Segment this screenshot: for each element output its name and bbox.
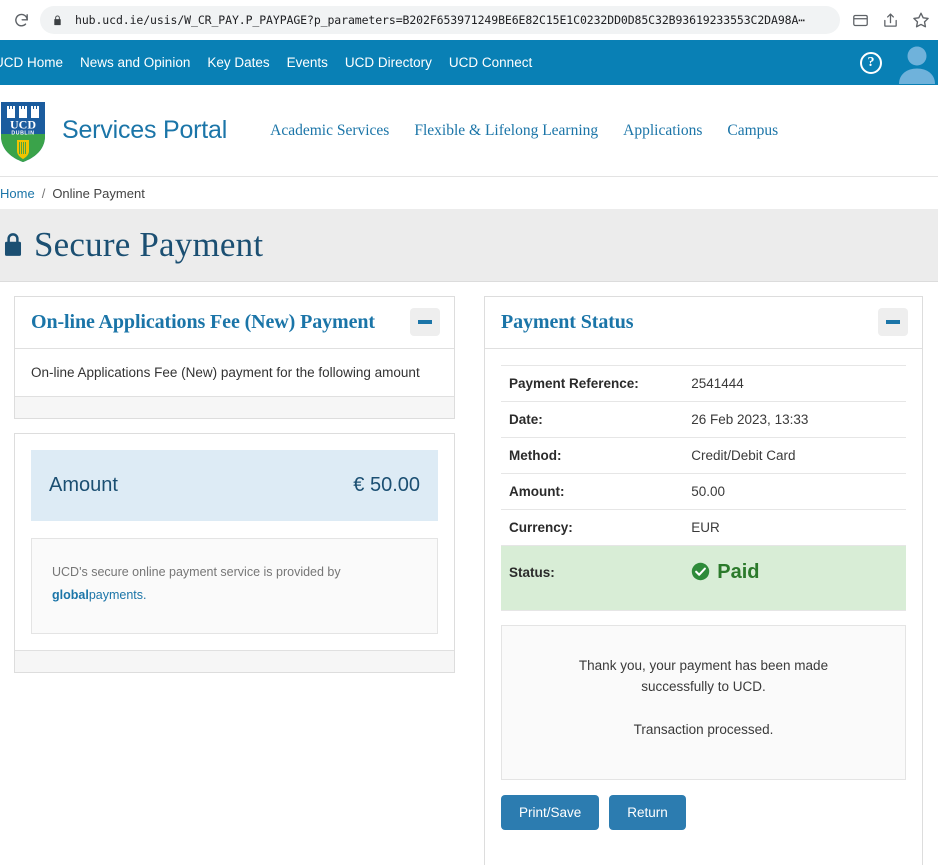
- print-save-button[interactable]: Print/Save: [501, 794, 600, 830]
- row-label: Method:: [509, 448, 562, 463]
- status-action-buttons: Print/Save Return: [501, 780, 906, 856]
- global-payments-logo-text: globalpayments.: [52, 588, 146, 602]
- svg-text:UCD: UCD: [10, 117, 36, 131]
- bookmark-star-icon[interactable]: [912, 11, 930, 29]
- left-column: On-line Applications Fee (New) Payment O…: [14, 296, 455, 674]
- site-header: UCD DUBLIN Services Portal Academic Serv…: [0, 85, 938, 177]
- payment-status-title: Payment Status: [501, 310, 634, 333]
- main-content: On-line Applications Fee (New) Payment O…: [0, 282, 938, 865]
- row-label: Payment Reference:: [509, 376, 639, 391]
- browser-action-icons: [852, 11, 930, 29]
- amount-value: € 50.00: [353, 474, 420, 496]
- status-text: Paid: [717, 561, 760, 583]
- payment-status-table: Payment Reference: 2541444 Date: 26 Feb …: [501, 365, 906, 611]
- payment-details-body: On-line Applications Fee (New) payment f…: [15, 349, 454, 396]
- amount-card-footer: [15, 650, 454, 673]
- utility-link-ucd-directory[interactable]: UCD Directory: [345, 55, 432, 70]
- status-row: Status: Paid: [501, 545, 906, 611]
- row-label: Currency:: [509, 520, 573, 535]
- portal-title: Services Portal: [62, 116, 228, 144]
- page-title-band: Secure Payment: [0, 209, 938, 282]
- table-row: Payment Reference: 2541444: [501, 365, 906, 402]
- utility-link-key-dates[interactable]: Key Dates: [207, 55, 269, 70]
- table-row: Method: Credit/Debit Card: [501, 438, 906, 474]
- row-label: Date:: [509, 412, 543, 427]
- browser-toolbar: hub.ucd.ie/usis/W_CR_PAY.P_PAYPAGE?p_par…: [0, 0, 938, 40]
- utility-nav-links: UCD Home News and Opinion Key Dates Even…: [0, 55, 532, 70]
- row-value: Credit/Debit Card: [691, 448, 796, 463]
- payment-status-panel: Payment Status Payment Reference: 254144…: [484, 296, 923, 865]
- table-row: Date: 26 Feb 2023, 13:33: [501, 402, 906, 438]
- row-value: EUR: [691, 520, 720, 535]
- breadcrumb-home[interactable]: Home: [0, 186, 35, 201]
- collapse-payment-status-button[interactable]: [878, 308, 908, 336]
- utility-bar-right: ?: [860, 40, 938, 85]
- row-value: 2541444: [691, 376, 744, 391]
- share-icon[interactable]: [882, 12, 899, 29]
- reload-icon[interactable]: [8, 7, 34, 33]
- url-text: hub.ucd.ie/usis/W_CR_PAY.P_PAYPAGE?p_par…: [75, 13, 806, 27]
- payment-status-header: Payment Status: [485, 297, 922, 349]
- status-badge: Paid: [683, 546, 906, 611]
- address-bar[interactable]: hub.ucd.ie/usis/W_CR_PAY.P_PAYPAGE?p_par…: [40, 6, 840, 34]
- nav-applications[interactable]: Applications: [623, 122, 702, 140]
- ucd-dublin-shield-logo[interactable]: UCD DUBLIN: [0, 101, 46, 163]
- utility-link-events[interactable]: Events: [287, 55, 328, 70]
- nav-academic-services[interactable]: Academic Services: [270, 122, 389, 140]
- check-circle-icon: [691, 562, 710, 584]
- row-label: Amount:: [509, 484, 565, 499]
- right-column: Payment Status Payment Reference: 254144…: [484, 296, 923, 865]
- page-title: Secure Payment: [34, 225, 264, 264]
- provider-brand-rest: payments.: [88, 588, 147, 603]
- thank-you-line-1: Thank you, your payment has been made su…: [578, 658, 829, 694]
- lock-icon: [52, 14, 66, 27]
- help-circle-icon[interactable]: ?: [860, 51, 882, 74]
- amount-card: Amount € 50.00 UCD's secure online payme…: [14, 433, 455, 674]
- payment-details-panel: On-line Applications Fee (New) Payment O…: [14, 296, 455, 419]
- table-row: Currency: EUR: [501, 510, 906, 546]
- amount-label: Amount: [49, 474, 118, 496]
- nav-flexible-lifelong-learning[interactable]: Flexible & Lifelong Learning: [414, 122, 598, 140]
- minus-icon: [418, 320, 432, 324]
- payment-provider-note: UCD's secure online payment service is p…: [31, 538, 438, 635]
- amount-card-inner: Amount € 50.00 UCD's secure online payme…: [15, 434, 454, 650]
- utility-link-news[interactable]: News and Opinion: [80, 55, 190, 70]
- payment-card-icon[interactable]: [852, 12, 869, 29]
- return-button[interactable]: Return: [609, 794, 686, 830]
- utility-link-ucd-connect[interactable]: UCD Connect: [449, 55, 532, 70]
- row-value: 26 Feb 2023, 13:33: [691, 412, 809, 427]
- payment-details-header: On-line Applications Fee (New) Payment: [15, 297, 454, 349]
- status-label: Status:: [509, 565, 555, 580]
- table-row: Amount: 50.00: [501, 474, 906, 510]
- thank-you-message: Thank you, your payment has been made su…: [501, 625, 906, 780]
- minus-icon: [886, 320, 900, 324]
- row-value: 50.00: [691, 484, 726, 499]
- lock-icon: [0, 229, 26, 261]
- nav-campus[interactable]: Campus: [727, 122, 778, 140]
- breadcrumb-separator: /: [41, 185, 46, 201]
- utility-link-ucd-home[interactable]: UCD Home: [0, 55, 63, 70]
- payment-description: On-line Applications Fee (New) payment f…: [31, 365, 420, 380]
- svg-text:DUBLIN: DUBLIN: [11, 130, 34, 136]
- payment-status-body: Payment Reference: 2541444 Date: 26 Feb …: [485, 349, 922, 865]
- user-avatar-icon[interactable]: [898, 42, 936, 84]
- breadcrumb-current: Online Payment: [52, 185, 145, 201]
- ucd-utility-bar: UCD Home News and Opinion Key Dates Even…: [0, 40, 938, 85]
- collapse-payment-details-button[interactable]: [410, 308, 440, 336]
- provider-brand-bold: global: [52, 588, 89, 603]
- provider-intro-text: UCD's secure online payment service is p…: [52, 565, 341, 579]
- primary-nav: Academic Services Flexible & Lifelong Le…: [270, 122, 778, 140]
- thank-you-line-2: Transaction processed.: [633, 721, 774, 737]
- payment-details-title: On-line Applications Fee (New) Payment: [31, 310, 375, 333]
- breadcrumb: Home / Online Payment: [0, 177, 938, 209]
- payment-details-footer: [15, 396, 454, 418]
- amount-box: Amount € 50.00: [31, 450, 438, 521]
